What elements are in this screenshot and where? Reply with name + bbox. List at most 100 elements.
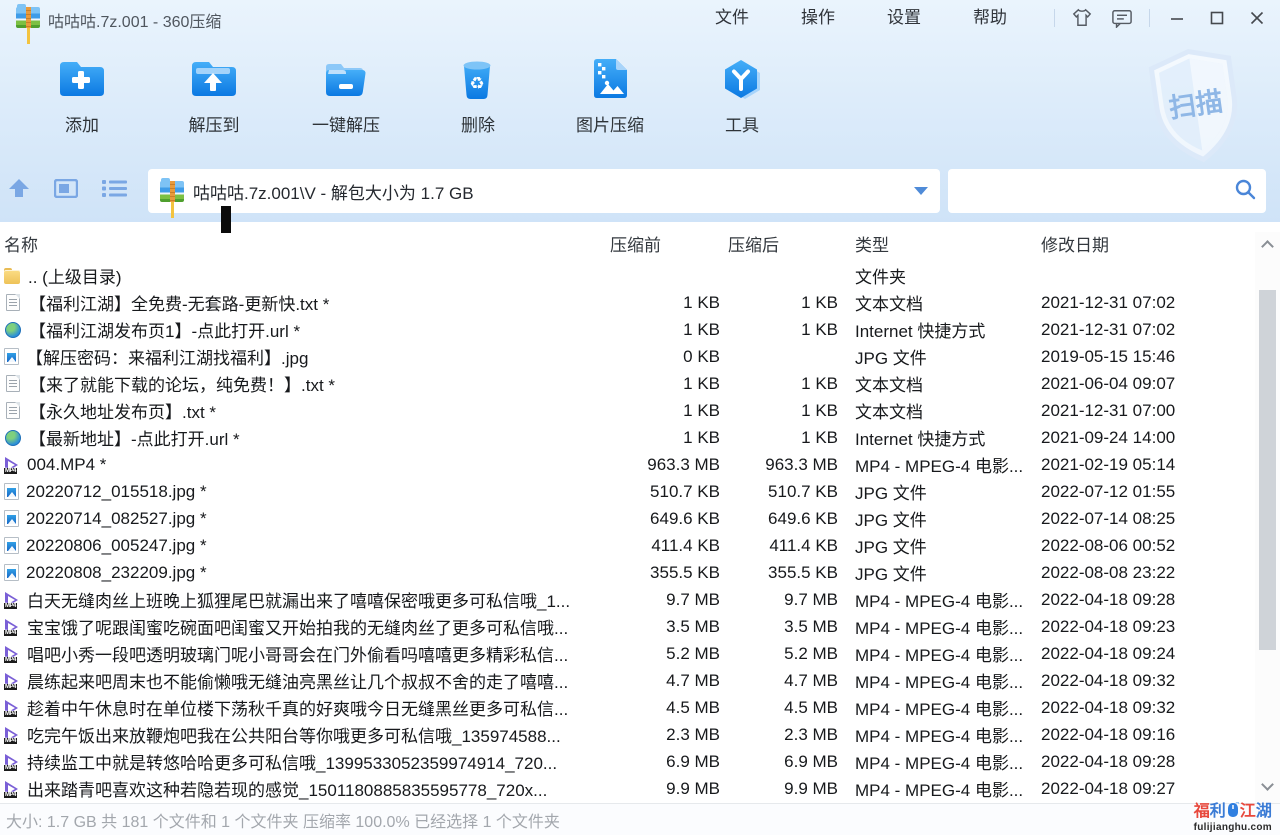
table-row[interactable]: 20220806_005247.jpg * 411.4 KB 411.4 KB … [0, 532, 1280, 559]
file-name: .. (上级目录) [28, 263, 122, 288]
txt-file-icon [6, 294, 20, 311]
toolbar: 添加 解压到 一键解压 [16, 42, 808, 158]
size-before-cell: 5.2 MB [608, 644, 728, 664]
file-name-cell: 20220714_082527.jpg * [0, 509, 608, 529]
file-name-cell: 【福利江湖发布页1】-点此打开.url * [0, 317, 608, 342]
menu-operation[interactable]: 操作 [786, 0, 850, 36]
maximize-button[interactable] [1204, 5, 1230, 31]
table-row[interactable]: MP4 白天无缝肉丝上班晚上狐狸尾巴就漏出来了嘻嘻保密哦更多可私信哦_1... … [0, 586, 1280, 613]
size-after-cell: 1 KB [728, 401, 846, 421]
list-view-icon[interactable] [102, 179, 127, 203]
tool-label: 工具 [725, 111, 759, 136]
table-row[interactable]: 20220712_015518.jpg * 510.7 KB 510.7 KB … [0, 478, 1280, 505]
table-row[interactable]: MP4 持续监工中就是转悠哈哈更多可私信哦_139953305235997491… [0, 748, 1280, 775]
preview-pane-icon[interactable] [54, 179, 78, 203]
file-type-cell: MP4 - MPEG-4 电影... [846, 668, 1041, 693]
file-type-cell: JPG 文件 [846, 560, 1041, 585]
size-after-cell: 6.9 MB [728, 752, 846, 772]
table-row[interactable]: MP4 吃完午饭出来放鞭炮吧我在公共阳台等你哦更多可私信哦_135974588.… [0, 721, 1280, 748]
archive-zip-icon [160, 181, 184, 202]
feedback-icon[interactable] [1109, 5, 1135, 31]
minimize-button[interactable] [1164, 5, 1190, 31]
skin-shirt-icon[interactable] [1069, 5, 1095, 31]
table-row[interactable]: MP4 004.MP4 * 963.3 MB 963.3 MB MP4 - MP… [0, 451, 1280, 478]
file-type-cell: MP4 - MPEG-4 电影... [846, 695, 1041, 720]
address-bar[interactable]: 咕咕咕.7z.001\V - 解包大小为 1.7 GB [148, 169, 940, 213]
scroll-up-icon[interactable] [1261, 240, 1274, 253]
size-before-cell: 1 KB [608, 293, 728, 313]
table-row[interactable]: 【来了就能下载的论坛，纯免费！】.txt * 1 KB 1 KB 文本文档 20… [0, 370, 1280, 397]
table-row[interactable]: MP4 出来踏青吧喜欢这种若隐若现的感觉_1501180885835595778… [0, 775, 1280, 802]
file-type-cell: MP4 - MPEG-4 电影... [846, 749, 1041, 774]
scan-badge[interactable]: 扫描 [1138, 42, 1253, 171]
one-click-extract-button[interactable]: 一键解压 [280, 42, 412, 158]
archive-path: 咕咕咕.7z.001\V - 解包大小为 1.7 GB [193, 179, 906, 204]
menu-help[interactable]: 帮助 [958, 0, 1022, 36]
address-dropdown-icon[interactable] [914, 187, 928, 195]
table-row[interactable]: 20220808_232209.jpg * 355.5 KB 355.5 KB … [0, 559, 1280, 586]
table-row[interactable]: 【最新地址】-点此打开.url * 1 KB 1 KB Internet 快捷方… [0, 424, 1280, 451]
table-row[interactable]: MP4 宝宝饿了呢跟闺蜜吃碗面吧闺蜜又开始拍我的无缝肉丝了更多可私信哦... 3… [0, 613, 1280, 640]
file-name: 【福利江湖发布页1】-点此打开.url * [29, 317, 300, 342]
table-row[interactable]: MP4 趁着中午休息时在单位楼下荡秋千真的好爽哦今日无缝黑丝更多可私信... 4… [0, 694, 1280, 721]
mp4-file-icon: MP4 [4, 618, 20, 636]
file-name: 【来了就能下载的论坛，纯免费！】.txt * [29, 371, 335, 396]
titlebar-divider [1054, 9, 1055, 27]
menu-settings[interactable]: 设置 [872, 0, 936, 36]
file-type-cell: MP4 - MPEG-4 电影... [846, 452, 1041, 477]
table-row[interactable]: 20220714_082527.jpg * 649.6 KB 649.6 KB … [0, 505, 1280, 532]
table-row[interactable]: MP4 晨练起来吧周末也不能偷懒哦无缝油亮黑丝让几个叔叔不舍的走了嘻嘻... 4… [0, 667, 1280, 694]
column-header-name[interactable]: 名称 [0, 231, 608, 256]
search-icon[interactable] [1234, 178, 1256, 205]
size-before-cell: 1 KB [608, 401, 728, 421]
scrollbar-thumb[interactable] [1259, 290, 1276, 650]
column-header-date[interactable]: 修改日期 [1041, 231, 1255, 256]
status-text: 大小: 1.7 GB 共 181 个文件和 1 个文件夹 压缩率 100.0% … [6, 808, 560, 832]
size-before-cell: 1 KB [608, 428, 728, 448]
file-type-cell: JPG 文件 [846, 344, 1041, 369]
file-name-cell: 20220808_232209.jpg * [0, 563, 608, 583]
file-name: 20220712_015518.jpg * [26, 482, 207, 502]
table-row[interactable]: MP4 唱吧小秀一段吧透明玻璃门呢小哥哥会在门外偷看吗嘻嘻更多精彩私信... 5… [0, 640, 1280, 667]
modified-date-cell: 2022-08-06 00:52 [1041, 536, 1255, 556]
table-row[interactable]: .. (上级目录) 文件夹 [0, 262, 1280, 289]
size-before-cell: 2.3 MB [608, 725, 728, 745]
delete-button[interactable]: ♻ 删除 [412, 42, 544, 158]
close-button[interactable] [1244, 5, 1270, 31]
file-type-cell: MP4 - MPEG-4 电影... [846, 614, 1041, 639]
modified-date-cell: 2022-04-18 09:27 [1041, 779, 1255, 799]
file-name: 【解压密码：来福利江湖找福利】.jpg [26, 344, 308, 369]
table-row[interactable]: 【福利江湖发布页1】-点此打开.url * 1 KB 1 KB Internet… [0, 316, 1280, 343]
table-row[interactable]: 【解压密码：来福利江湖找福利】.jpg 0 KB JPG 文件 2019-05-… [0, 343, 1280, 370]
tools-button[interactable]: 工具 [676, 42, 808, 158]
jpg-file-icon [4, 348, 19, 365]
watermark: 福 利 江 湖 fulijianghu.com [1194, 802, 1272, 833]
extract-to-button[interactable]: 解压到 [148, 42, 280, 158]
search-input[interactable] [958, 169, 1234, 213]
size-after-cell: 5.2 MB [728, 644, 846, 664]
table-row[interactable]: 【福利江湖】全免费-无套路-更新快.txt * 1 KB 1 KB 文本文档 2… [0, 289, 1280, 316]
modified-date-cell: 2022-07-14 08:25 [1041, 509, 1255, 529]
menu-file[interactable]: 文件 [700, 0, 764, 36]
size-before-cell: 1 KB [608, 320, 728, 340]
size-after-cell: 1 KB [728, 293, 846, 313]
add-button[interactable]: 添加 [16, 42, 148, 158]
size-before-cell: 3.5 MB [608, 617, 728, 637]
file-name-cell: MP4 晨练起来吧周末也不能偷懒哦无缝油亮黑丝让几个叔叔不舍的走了嘻嘻... [0, 668, 608, 693]
up-directory-icon[interactable] [8, 178, 30, 203]
image-compress-button[interactable]: 图片压缩 [544, 42, 676, 158]
modified-date-cell: 2022-04-18 09:16 [1041, 725, 1255, 745]
scroll-down-icon[interactable] [1261, 778, 1274, 791]
size-before-cell: 1 KB [608, 374, 728, 394]
column-header-before[interactable]: 压缩前 [608, 231, 728, 256]
file-name-cell: 【福利江湖】全免费-无套路-更新快.txt * [0, 290, 608, 315]
file-name: 吃完午饭出来放鞭炮吧我在公共阳台等你哦更多可私信哦_135974588... [27, 722, 561, 747]
file-name: 【福利江湖】全免费-无套路-更新快.txt * [29, 290, 329, 315]
column-header-type[interactable]: 类型 [846, 231, 1041, 256]
size-before-cell: 0 KB [608, 347, 728, 367]
column-header-after[interactable]: 压缩后 [728, 231, 846, 256]
modified-date-cell: 2022-04-18 09:28 [1041, 590, 1255, 610]
table-row[interactable]: 【永久地址发布页】.txt * 1 KB 1 KB 文本文档 2021-12-3… [0, 397, 1280, 424]
file-name-cell: MP4 宝宝饿了呢跟闺蜜吃碗面吧闺蜜又开始拍我的无缝肉丝了更多可私信哦... [0, 614, 608, 639]
file-type-cell: 文本文档 [846, 398, 1041, 423]
